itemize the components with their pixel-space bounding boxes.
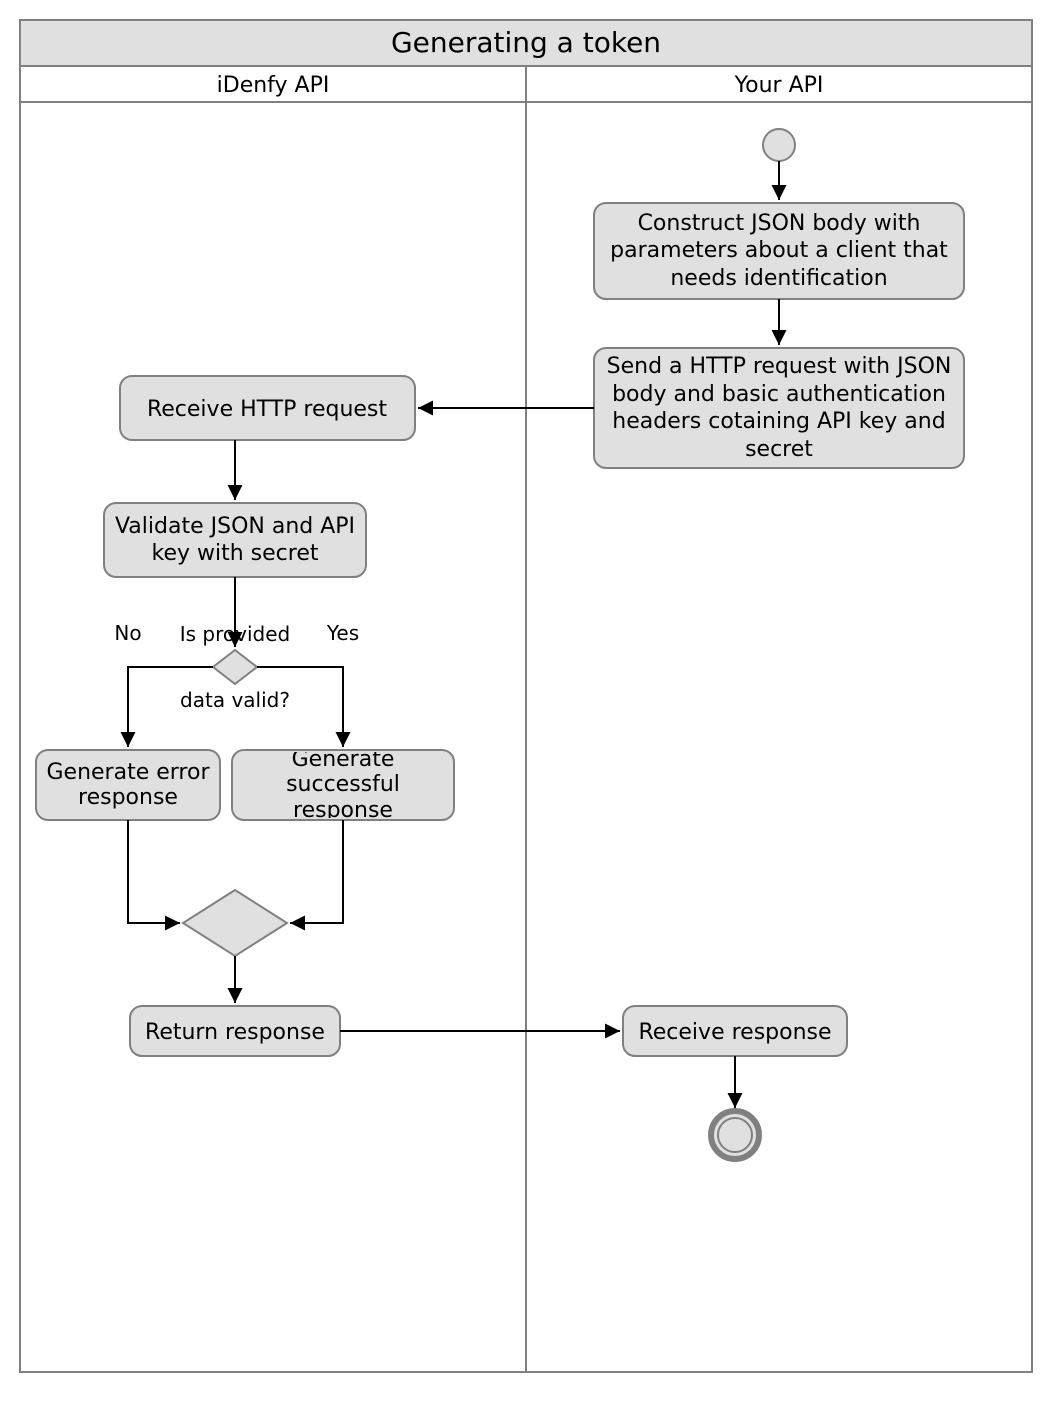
node-validate-label: Validate JSON and API key with secret xyxy=(108,513,362,568)
node-gen-error-label: Generate error response xyxy=(40,760,216,811)
end-node-inner xyxy=(718,1118,752,1152)
start-node xyxy=(763,129,795,161)
merge-diamond xyxy=(183,890,287,956)
decision-valid xyxy=(213,650,257,684)
decision-question-line1: Is provided xyxy=(180,622,290,646)
node-construct-label: Construct JSON body with parameters abou… xyxy=(600,210,958,293)
flow-diagram: Generating a token iDenfy API Your API C… xyxy=(0,0,1052,1412)
decision-yes-label: Yes xyxy=(326,621,359,645)
node-return-label: Return response xyxy=(145,1020,325,1045)
decision-question-line2: data valid? xyxy=(180,688,290,712)
node-send-label: Send a HTTP request with JSON body and b… xyxy=(600,353,958,463)
node-receive-resp-label: Receive response xyxy=(638,1020,831,1045)
decision-no-label: No xyxy=(114,621,141,645)
node-gen-success-label: Generate successful response xyxy=(236,752,450,818)
diagram-title: Generating a token xyxy=(391,26,661,59)
node-receive-http-label: Receive HTTP request xyxy=(147,397,387,422)
lane-right-label: Your API xyxy=(734,73,824,98)
lane-left-label: iDenfy API xyxy=(217,73,330,98)
